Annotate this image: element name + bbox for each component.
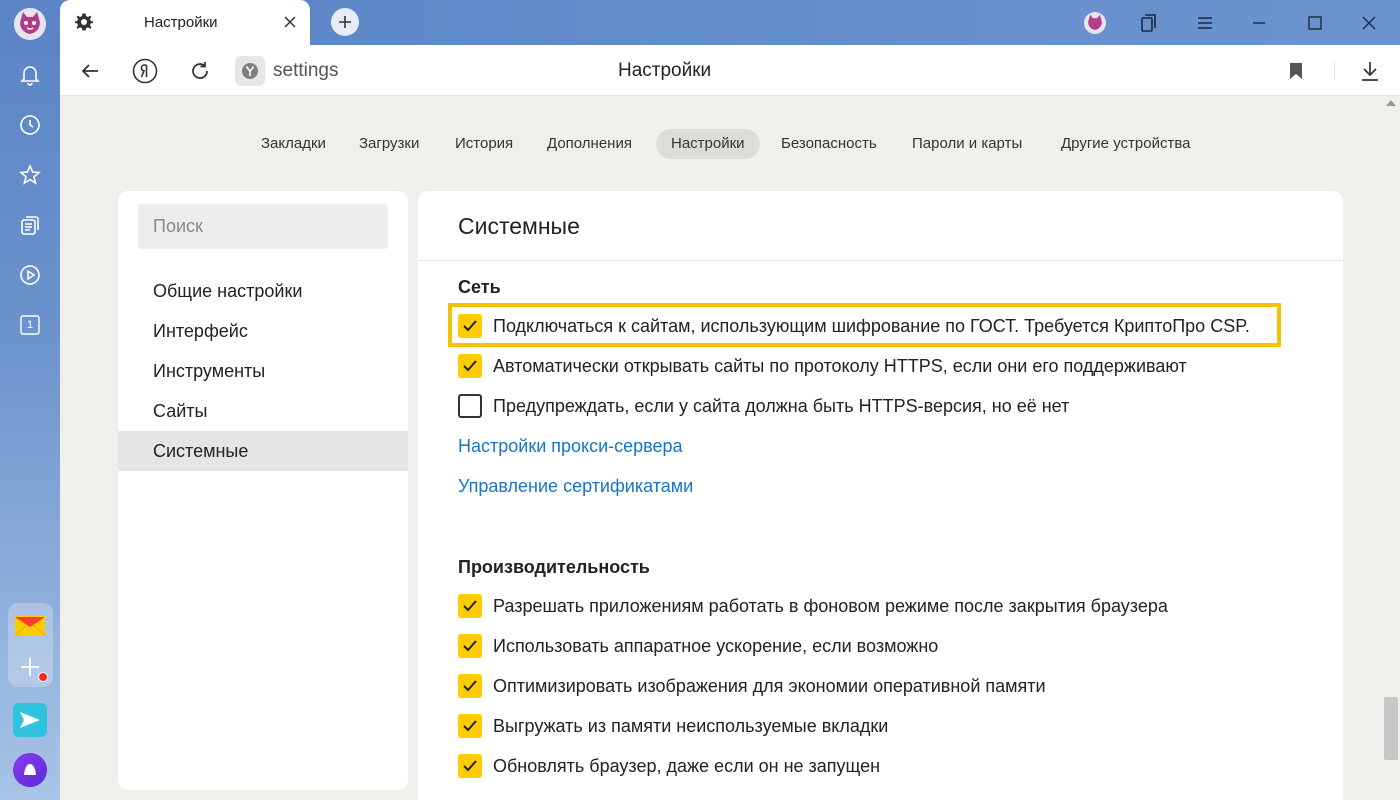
optimize-images-option[interactable]: Оптимизировать изображения для экономии … (458, 673, 1046, 699)
certificates-link[interactable]: Управление сертификатами (458, 476, 693, 497)
page-title-in-bar: Настройки (618, 60, 712, 81)
option-label: Использовать аппаратное ускорение, если … (493, 635, 939, 656)
menu-icon[interactable] (1192, 10, 1218, 36)
calendar-day: 1 (26, 319, 34, 331)
scroll-up-arrow-icon[interactable] (1386, 100, 1396, 106)
option-label: Разрешать приложениям работать в фоновом… (493, 595, 1168, 616)
download-icon[interactable] (1356, 57, 1384, 85)
tab-strip: Настройки (60, 0, 1400, 45)
background-update-option[interactable]: Обновлять браузер, даже если он не запущ… (458, 753, 880, 779)
option-label: Автоматически открывать сайты по протоко… (493, 355, 1187, 376)
profile-mini-avatar[interactable] (1082, 10, 1108, 36)
checkbox-checked[interactable] (458, 714, 482, 738)
notification-dot (38, 672, 48, 682)
checkbox-unchecked[interactable] (458, 394, 482, 418)
yandex-logo-icon[interactable] (131, 57, 159, 85)
page-scrollbar[interactable] (1382, 96, 1400, 800)
close-tab-icon[interactable] (282, 14, 298, 30)
title-divider (418, 260, 1343, 261)
gear-icon (74, 12, 94, 32)
collections-tab-icon[interactable] (1136, 10, 1162, 36)
settings-sections-panel: Общие настройки Интерфейс Инструменты Са… (118, 191, 408, 790)
gost-encryption-option[interactable]: Подключаться к сайтам, использующим шифр… (458, 313, 1250, 339)
checkbox-checked[interactable] (458, 634, 482, 658)
unload-tabs-option[interactable]: Выгружать из памяти неиспользуемые вклад… (458, 713, 888, 739)
https-warning-option[interactable]: Предупреждать, если у сайта должна быть … (458, 393, 1069, 419)
option-label: Подключаться к сайтам, использующим шифр… (493, 315, 1250, 336)
address-bar: settings Настройки (60, 45, 1400, 96)
play-icon[interactable] (15, 260, 45, 290)
network-section-title: Сеть (458, 277, 501, 297)
maximize-icon[interactable] (1302, 10, 1328, 36)
page-title: Системные (458, 213, 580, 239)
hardware-acceleration-option[interactable]: Использовать аппаратное ускорение, если … (458, 633, 938, 659)
option-label: Предупреждать, если у сайта должна быть … (493, 395, 1070, 416)
proxy-settings-link[interactable]: Настройки прокси-сервера (458, 436, 683, 457)
tab-security[interactable]: Безопасность (766, 129, 892, 159)
search-input[interactable] (138, 204, 388, 249)
option-label: Оптимизировать изображения для экономии … (493, 675, 1046, 696)
new-tab-button[interactable] (331, 8, 359, 36)
close-window-icon[interactable] (1356, 10, 1382, 36)
settings-top-nav: Закладки Загрузки История Дополнения Нас… (0, 129, 1400, 159)
auto-https-option[interactable]: Автоматически открывать сайты по протоко… (458, 353, 1187, 379)
tab-history[interactable]: История (440, 129, 528, 159)
mail-icon[interactable] (15, 610, 45, 640)
option-label: Выгружать из памяти неиспользуемые вклад… (493, 715, 889, 736)
bookmark-icon[interactable] (1282, 57, 1310, 85)
collections-icon[interactable] (15, 210, 45, 240)
option-label: Обновлять браузер, даже если он не запущ… (493, 755, 881, 776)
section-tools[interactable]: Инструменты (118, 351, 408, 391)
calendar-icon[interactable]: 1 (15, 310, 45, 340)
yandex-site-badge-icon (235, 56, 265, 86)
settings-main-panel: Системные Сеть Подключаться к сайтам, ис… (418, 191, 1343, 800)
checkbox-checked[interactable] (458, 754, 482, 778)
tab-downloads[interactable]: Загрузки (344, 129, 434, 159)
checkbox-checked[interactable] (458, 594, 482, 618)
section-system[interactable]: Системные (118, 431, 408, 471)
tab-title: Настройки (144, 14, 218, 31)
bell-icon[interactable] (15, 60, 45, 90)
scroll-thumb[interactable] (1384, 697, 1398, 760)
section-sites[interactable]: Сайты (118, 391, 408, 431)
checkbox-checked[interactable] (458, 354, 482, 378)
tab-extensions[interactable]: Дополнения (532, 129, 647, 159)
browser-sidebar: 1 (0, 0, 60, 800)
section-general[interactable]: Общие настройки (118, 271, 408, 311)
tab-bookmarks[interactable]: Закладки (246, 129, 341, 159)
alice-assistant-icon[interactable] (13, 753, 47, 787)
messenger-icon[interactable] (13, 703, 47, 737)
checkbox-checked[interactable] (458, 314, 482, 338)
section-interface[interactable]: Интерфейс (118, 311, 408, 351)
tab-other-devices[interactable]: Другие устройства (1046, 129, 1205, 159)
checkbox-checked[interactable] (458, 674, 482, 698)
url-text[interactable]: settings (273, 60, 338, 82)
tab-passwords[interactable]: Пароли и карты (897, 129, 1037, 159)
profile-avatar[interactable] (14, 8, 46, 40)
back-arrow-icon[interactable] (76, 57, 104, 85)
tab-settings[interactable]: Настройки (60, 0, 310, 45)
performance-section-title: Производительность (458, 557, 650, 577)
background-apps-option[interactable]: Разрешать приложениям работать в фоновом… (458, 593, 1168, 619)
minimize-icon[interactable] (1246, 10, 1272, 36)
star-icon[interactable] (15, 160, 45, 190)
toolbar-divider (1334, 61, 1335, 79)
reload-icon[interactable] (186, 57, 214, 85)
tab-settings-nav[interactable]: Настройки (656, 129, 760, 159)
